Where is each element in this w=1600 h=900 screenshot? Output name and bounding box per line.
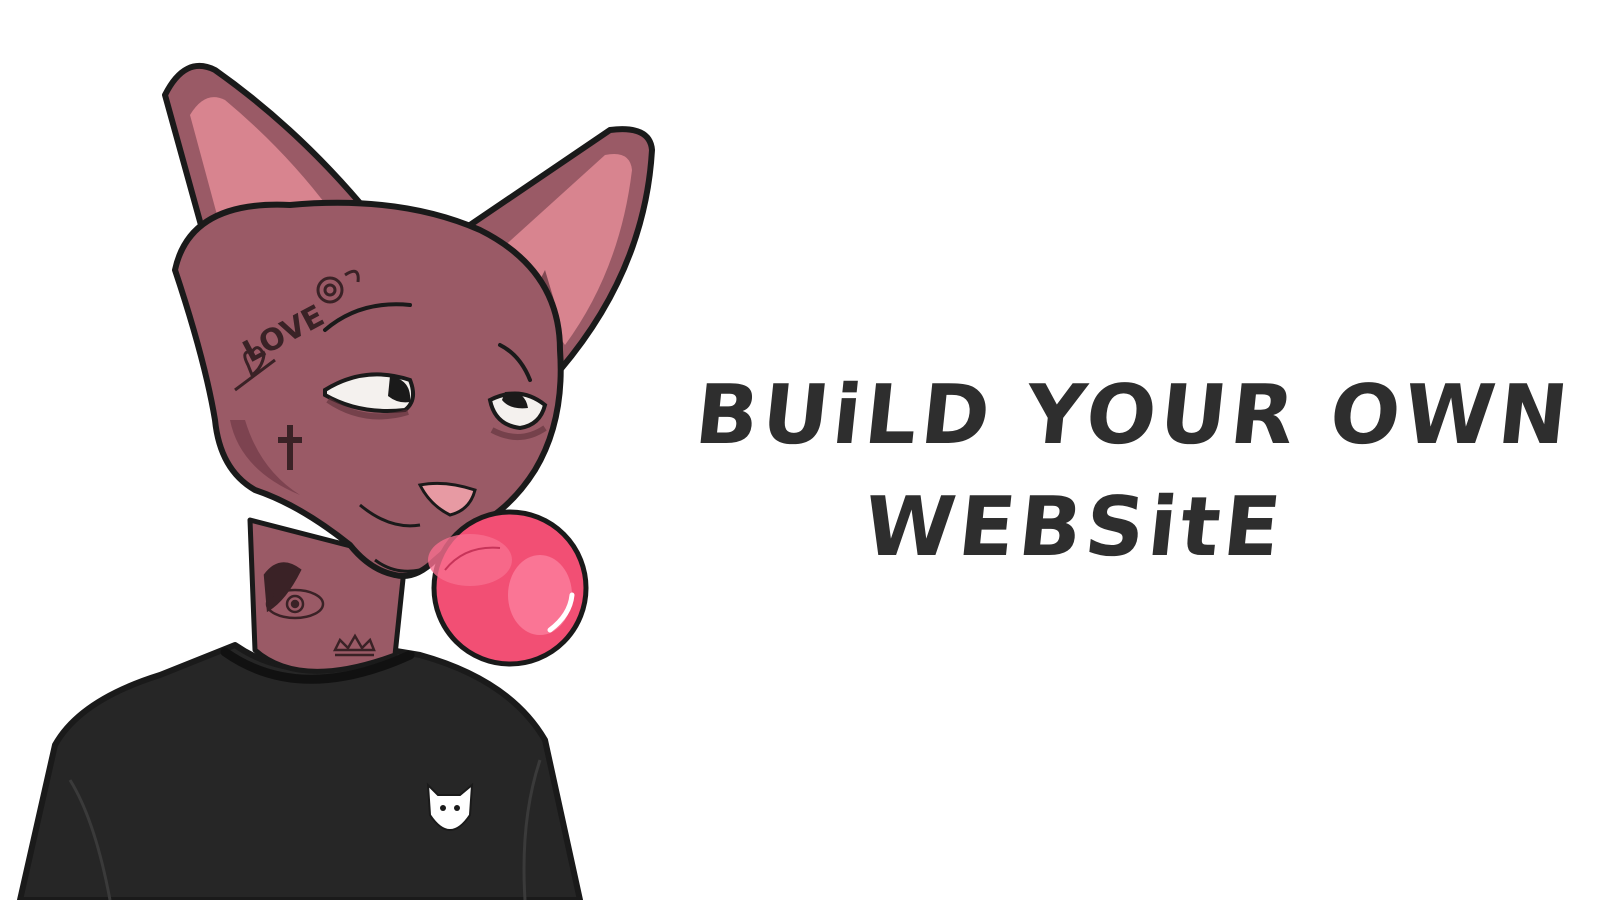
headline-line-1: BUiLD YOUR OWN xyxy=(690,368,1577,463)
headline: BUiLD YOUR OWN WEBSitE xyxy=(678,360,1577,584)
cat-illustration: LOVE xyxy=(17,63,655,900)
headline-line-2: WEBSitE xyxy=(859,480,1289,575)
hero-banner: LOVE BUiLD YOUR OWN WEBSitE xyxy=(0,0,1600,900)
